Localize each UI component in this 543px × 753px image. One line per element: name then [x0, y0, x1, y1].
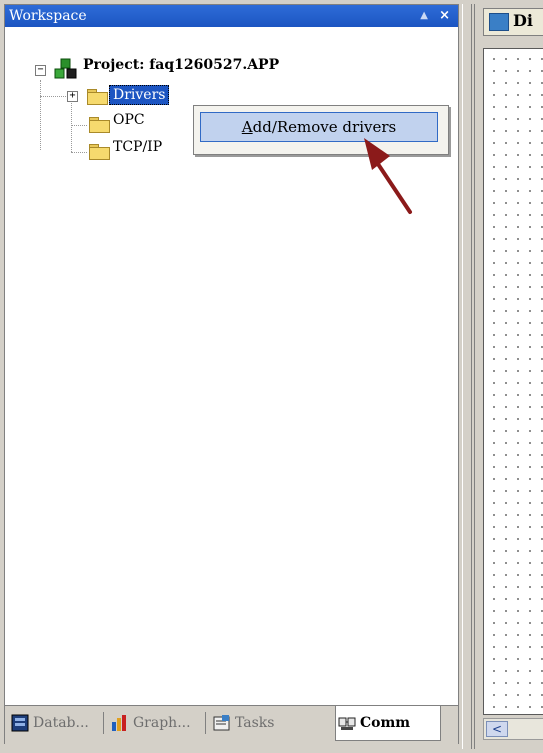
tab-database[interactable]: Datab... [9, 708, 101, 738]
tree-node-drivers[interactable]: Drivers [109, 85, 170, 105]
database-icon [11, 714, 29, 732]
panel-splitter[interactable] [462, 4, 472, 749]
document-panel: Di < [474, 4, 543, 749]
folder-icon [89, 117, 110, 133]
menu-item-accelerator: A [241, 118, 253, 136]
annotation-arrow-icon [364, 138, 412, 214]
document-tab[interactable]: Di [483, 8, 543, 36]
tab-tasks[interactable]: Tasks [211, 708, 323, 738]
horizontal-scrollbar[interactable]: < [483, 718, 543, 740]
tab-label: Comm [360, 715, 411, 731]
project-cubes-icon [54, 58, 77, 79]
tab-divider [103, 712, 104, 734]
design-canvas[interactable] [483, 48, 543, 715]
document-tab-title: Di [513, 11, 533, 30]
scroll-left-icon[interactable]: < [486, 721, 508, 737]
tree-node-opc[interactable]: OPC [113, 112, 145, 128]
tab-comm[interactable]: Comm [335, 706, 441, 741]
tab-label: Datab... [33, 715, 89, 731]
tab-graphics[interactable]: Graph... [109, 708, 203, 738]
tree-node-tcpip[interactable]: TCP/IP [113, 139, 162, 155]
tree-line [71, 125, 87, 126]
comm-icon [338, 717, 356, 730]
workspace-tab-bar: Datab... Graph... Tasks Comm [5, 705, 458, 744]
tree-line [71, 152, 87, 153]
folder-icon [89, 144, 110, 160]
tab-label: Tasks [235, 715, 275, 731]
folder-icon [87, 89, 108, 105]
workspace-panel: Workspace ▲ × − Project: faq1260527.APP … [4, 4, 459, 744]
tree-line [71, 100, 72, 152]
close-icon[interactable]: × [439, 5, 450, 27]
pin-icon[interactable]: ▲ [420, 5, 428, 27]
workspace-title: Workspace [9, 8, 87, 24]
tab-label: Graph... [133, 715, 191, 731]
tree-line [40, 80, 41, 150]
tree-node-project[interactable]: Project: faq1260527.APP [83, 57, 279, 73]
tasks-icon [213, 715, 230, 731]
tab-divider [205, 712, 206, 734]
tree-line [40, 96, 66, 97]
document-icon [489, 13, 509, 31]
drivers-expand-toggle[interactable]: + [67, 91, 78, 102]
project-collapse-toggle[interactable]: − [35, 65, 46, 76]
graphics-icon [112, 715, 126, 731]
workspace-title-bar[interactable]: Workspace ▲ × [5, 5, 458, 27]
